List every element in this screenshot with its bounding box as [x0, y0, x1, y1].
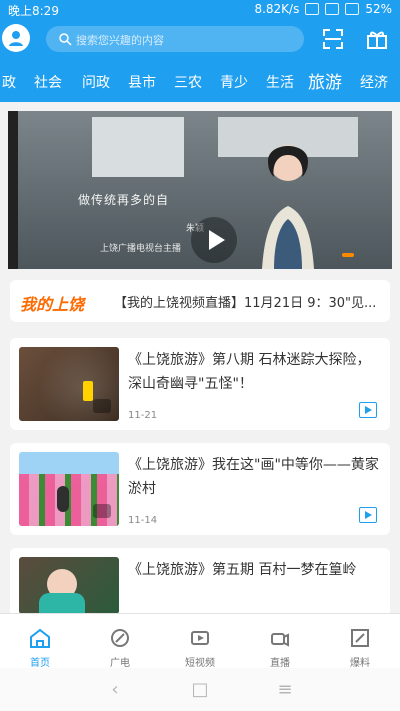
tab-6[interactable]: 生活: [266, 72, 294, 92]
search-bar[interactable]: 搜索您兴趣的内容: [46, 26, 304, 52]
anchor-figure: [262, 145, 314, 269]
video-card-2[interactable]: 《上饶旅游》我在这"画"中等你——黄家淤村 11-14: [10, 443, 390, 535]
search-icon: [59, 33, 72, 46]
tab-2[interactable]: 问政: [82, 72, 110, 92]
play-button-icon[interactable]: [359, 402, 377, 418]
live-ticker[interactable]: 我的上饶 【我的上饶视频直播】11月21日 9：30"见...: [10, 280, 390, 322]
android-home-button[interactable]: □: [185, 679, 215, 700]
scan-icon[interactable]: [320, 26, 346, 52]
ticker-text: 【我的上饶视频直播】11月21日 9：30"见...: [114, 296, 377, 311]
android-navigation-bar: ‹ □ ≡: [0, 668, 400, 711]
status-bar: 晚上8:29 8.82K/s 52%: [0, 0, 400, 18]
video-date-1: 11-21: [128, 410, 158, 421]
android-back-button[interactable]: ‹: [100, 679, 130, 700]
video-title-2: 《上饶旅游》我在这"画"中等你——黄家淤村: [128, 457, 379, 497]
tab-4[interactable]: 三农: [174, 72, 202, 92]
video-camera-icon: [93, 399, 111, 413]
battery-percent: 52%: [365, 2, 392, 16]
status-time: 晚上8:29: [8, 4, 59, 18]
nav-live-label: 直播: [270, 658, 290, 669]
nav-short-video-label: 短视频: [185, 658, 215, 669]
user-icon: [9, 31, 23, 46]
nav-home-label: 首页: [30, 658, 50, 669]
tab-5[interactable]: 青少: [220, 72, 248, 92]
banner-screen: [92, 117, 184, 177]
category-tabs: 政 社会 问政 县市 三农 青少 生活 旅游 经济: [0, 64, 400, 98]
nav-broadcast[interactable]: 广电: [80, 622, 160, 670]
video-title-1: 《上饶旅游》第八期 石林迷踪大探险，深山奇幽寻"五怪"！: [128, 352, 371, 392]
banner-caption: 做传统再多的自: [78, 193, 170, 207]
carousel-indicator: [342, 253, 354, 257]
edit-icon: [351, 629, 369, 647]
wifi-icon: [325, 3, 340, 15]
status-right: 8.82K/s 52%: [254, 2, 392, 16]
search-placeholder: 搜索您兴趣的内容: [76, 34, 164, 47]
nav-report[interactable]: 爆料: [320, 622, 400, 670]
video-thumb-2: [19, 452, 119, 526]
video-date-2: 11-14: [128, 515, 158, 526]
banner-left-edge: [8, 111, 18, 269]
battery-icon: [345, 3, 360, 15]
nav-report-label: 爆料: [350, 658, 370, 669]
tab-8[interactable]: 经济: [360, 72, 388, 92]
banner-subcaption: 上饶广播电视台主播: [100, 244, 182, 254]
video-card-3[interactable]: 《上饶旅游》第五期 百村一梦在篁岭: [10, 548, 390, 614]
nav-broadcast-label: 广电: [110, 658, 130, 669]
home-icon: [30, 628, 50, 648]
video-thumb-1: [19, 347, 119, 421]
gift-icon[interactable]: [364, 26, 390, 52]
nav-short-video[interactable]: 短视频: [160, 622, 240, 670]
nav-home[interactable]: 首页: [0, 622, 80, 670]
hero-banner[interactable]: 做传统再多的自 朱颖 上饶广播电视台主播: [8, 111, 392, 269]
live-camera-icon: [271, 633, 289, 647]
short-video-icon: [191, 631, 209, 645]
tab-0[interactable]: 政: [2, 72, 16, 92]
tab-1[interactable]: 社会: [34, 72, 62, 92]
user-avatar[interactable]: [2, 24, 30, 52]
tab-7-active[interactable]: 旅游: [308, 68, 342, 93]
play-icon[interactable]: [191, 217, 237, 263]
top-header: 晚上8:29 8.82K/s 52% 搜索您兴趣的内容 政 社会 问政 县市 三…: [0, 0, 400, 102]
tab-3[interactable]: 县市: [128, 72, 156, 92]
ticker-logo: 我的上饶: [20, 295, 85, 314]
alarm-icon: [305, 3, 320, 15]
android-recents-button[interactable]: ≡: [270, 679, 300, 700]
video-card-1[interactable]: 《上饶旅游》第八期 石林迷踪大探险，深山奇幽寻"五怪"！ 11-21: [10, 338, 390, 430]
play-button-icon[interactable]: [359, 507, 377, 523]
video-thumb-3: [19, 557, 119, 614]
network-speed: 8.82K/s: [254, 2, 300, 16]
nav-live[interactable]: 直播: [240, 622, 320, 670]
bottom-navigation: 首页 广电 短视频 直播 爆料: [0, 613, 400, 670]
broadcast-icon: [111, 629, 129, 647]
video-camera-icon: [93, 504, 111, 518]
app-header: 搜索您兴趣的内容: [0, 22, 400, 58]
video-title-3: 《上饶旅游》第五期 百村一梦在篁岭: [128, 562, 357, 578]
